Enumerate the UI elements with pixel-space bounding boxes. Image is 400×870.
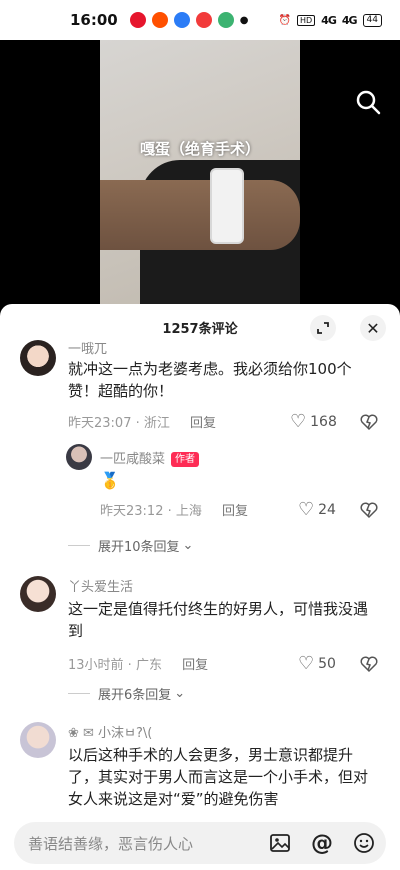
- comment-item: 一哦兀 就冲这一点为老婆考虑。我必须给你100个赞！超酷的你！ 昨天23:07 …: [0, 338, 400, 434]
- like-button[interactable]: ♡ 50: [298, 653, 336, 674]
- divider-line: [68, 545, 90, 546]
- status-bar: 16:00 ● ⏰ HD 4G 4G 44: [0, 0, 400, 40]
- expand-replies-label: 展开10条回复: [98, 540, 180, 555]
- image-icon: [270, 834, 290, 852]
- search-button[interactable]: [354, 88, 382, 116]
- reply-meta: 昨天23:12 · 上海 回复: [100, 500, 248, 519]
- broken-heart-icon: [360, 656, 378, 673]
- chevron-down-icon: ⌄: [182, 538, 194, 553]
- mention-icon[interactable]: @: [310, 831, 334, 856]
- author-badge: 作者: [171, 452, 200, 467]
- like-count: 168: [310, 413, 337, 430]
- dislike-button[interactable]: [360, 413, 378, 435]
- comment-username[interactable]: 一哦兀: [68, 338, 107, 357]
- video-arm: [100, 180, 300, 250]
- comment-text: 这一定是值得托付终生的好男人，可惜我没遇到: [68, 600, 369, 640]
- wechat-icon: [217, 12, 234, 28]
- comment-meta: 13小时前 · 广东 回复: [68, 654, 208, 673]
- comment-time-location: 13小时前 · 广东: [68, 658, 162, 673]
- like-count: 24: [318, 501, 336, 518]
- comment-text: 就冲这一点为老婆考虑。我必须给你100个赞！超酷的你！: [68, 360, 352, 400]
- like-button[interactable]: ♡ 24: [298, 499, 336, 520]
- comment-item: 丫头爱生活 这一定是值得托付终生的好男人，可惜我没遇到 13小时前 · 广东 回…: [0, 572, 400, 674]
- comment-text: 以后这种手术的人会更多，男士意识都提升了，其实对于男人而言这是一个小手术，但对女…: [68, 746, 369, 808]
- video-frame: 嘎蛋（绝育手术）: [100, 40, 300, 304]
- status-time: 16:00: [70, 11, 118, 29]
- emoji-icon: [354, 833, 374, 853]
- battery-icon: 44: [362, 13, 382, 27]
- comment-username[interactable]: ❀ ✉ 小沫ㅂ?\(: [68, 722, 152, 741]
- signal-2-icon: 4G: [341, 13, 358, 27]
- reply-emoji: 🥇: [100, 471, 120, 490]
- avatar[interactable]: [66, 444, 92, 470]
- broken-heart-icon: [360, 414, 378, 431]
- comments-sheet: 1257条评论 ✕ 一哦兀 就冲这一点为老婆考虑。我必须给你100个赞！超酷的你…: [0, 304, 400, 870]
- comment-time-location: 昨天23:07 · 浙江: [68, 416, 170, 431]
- reply-username-row: 一匹咸酸菜 作者: [100, 448, 200, 467]
- reply-button[interactable]: 回复: [182, 658, 208, 673]
- avatar[interactable]: [20, 340, 56, 376]
- video-wristband: [210, 168, 244, 244]
- more-dot-icon: ●: [239, 14, 249, 26]
- comment-username[interactable]: 丫头爱生活: [68, 576, 133, 595]
- comment-input-bar[interactable]: 善语结善缘，恶言伤人心 @: [14, 822, 386, 864]
- heart-icon: ♡: [298, 653, 315, 674]
- emoji-button[interactable]: [352, 831, 376, 855]
- avatar[interactable]: [20, 576, 56, 612]
- comment-input[interactable]: 善语结善缘，恶言伤人心: [28, 833, 250, 854]
- expand-replies-label: 展开6条回复: [98, 688, 172, 703]
- heart-icon: ♡: [290, 411, 307, 432]
- reply-time-location: 昨天23:12 · 上海: [100, 504, 202, 519]
- heart-icon: ♡: [298, 499, 315, 520]
- comments-count-title: 1257条评论: [162, 322, 238, 337]
- notification-icons: ●: [129, 12, 249, 28]
- alarm-icon: ⏰: [278, 14, 291, 26]
- dislike-button[interactable]: [360, 501, 378, 523]
- avatar[interactable]: [20, 722, 56, 758]
- close-icon: ✕: [366, 318, 380, 338]
- reply-button[interactable]: 回复: [222, 504, 248, 519]
- toutiao-icon: [195, 12, 212, 28]
- dislike-button[interactable]: [360, 655, 378, 677]
- signal-1-icon: 4G: [321, 13, 337, 27]
- reply-button[interactable]: 回复: [190, 416, 216, 431]
- divider-line: [68, 693, 90, 694]
- reply-username[interactable]: 一匹咸酸菜: [100, 452, 165, 467]
- image-button[interactable]: [268, 831, 292, 855]
- expand-icon: [317, 322, 329, 334]
- comment-item: ❀ ✉ 小沫ㅂ?\( 以后这种手术的人会更多，男士意识都提升了，其实对于男人而言…: [0, 720, 400, 830]
- k-app-icon: [173, 12, 190, 28]
- taobao-icon: [151, 12, 168, 28]
- search-icon: [356, 90, 381, 115]
- expand-replies-button[interactable]: 展开10条回复 ⌄: [68, 536, 193, 555]
- hd-icon: HD: [296, 14, 316, 26]
- broken-heart-icon: [360, 502, 378, 519]
- weibo-icon: [129, 12, 146, 28]
- video-caption: 嘎蛋（绝育手术）: [139, 140, 260, 158]
- chevron-down-icon: ⌄: [174, 686, 186, 701]
- comment-meta: 昨天23:07 · 浙江 回复: [68, 412, 216, 431]
- video-player[interactable]: 嘎蛋（绝育手术）: [0, 40, 400, 304]
- like-button[interactable]: ♡ 168: [290, 411, 337, 432]
- status-right: ⏰ HD 4G 4G 44: [278, 13, 382, 27]
- reply-item: 一匹咸酸菜 作者 🥇 昨天23:12 · 上海 回复 ♡ 24: [0, 444, 400, 520]
- expand-replies-button[interactable]: 展开6条回复 ⌄: [68, 684, 185, 703]
- like-count: 50: [318, 655, 336, 672]
